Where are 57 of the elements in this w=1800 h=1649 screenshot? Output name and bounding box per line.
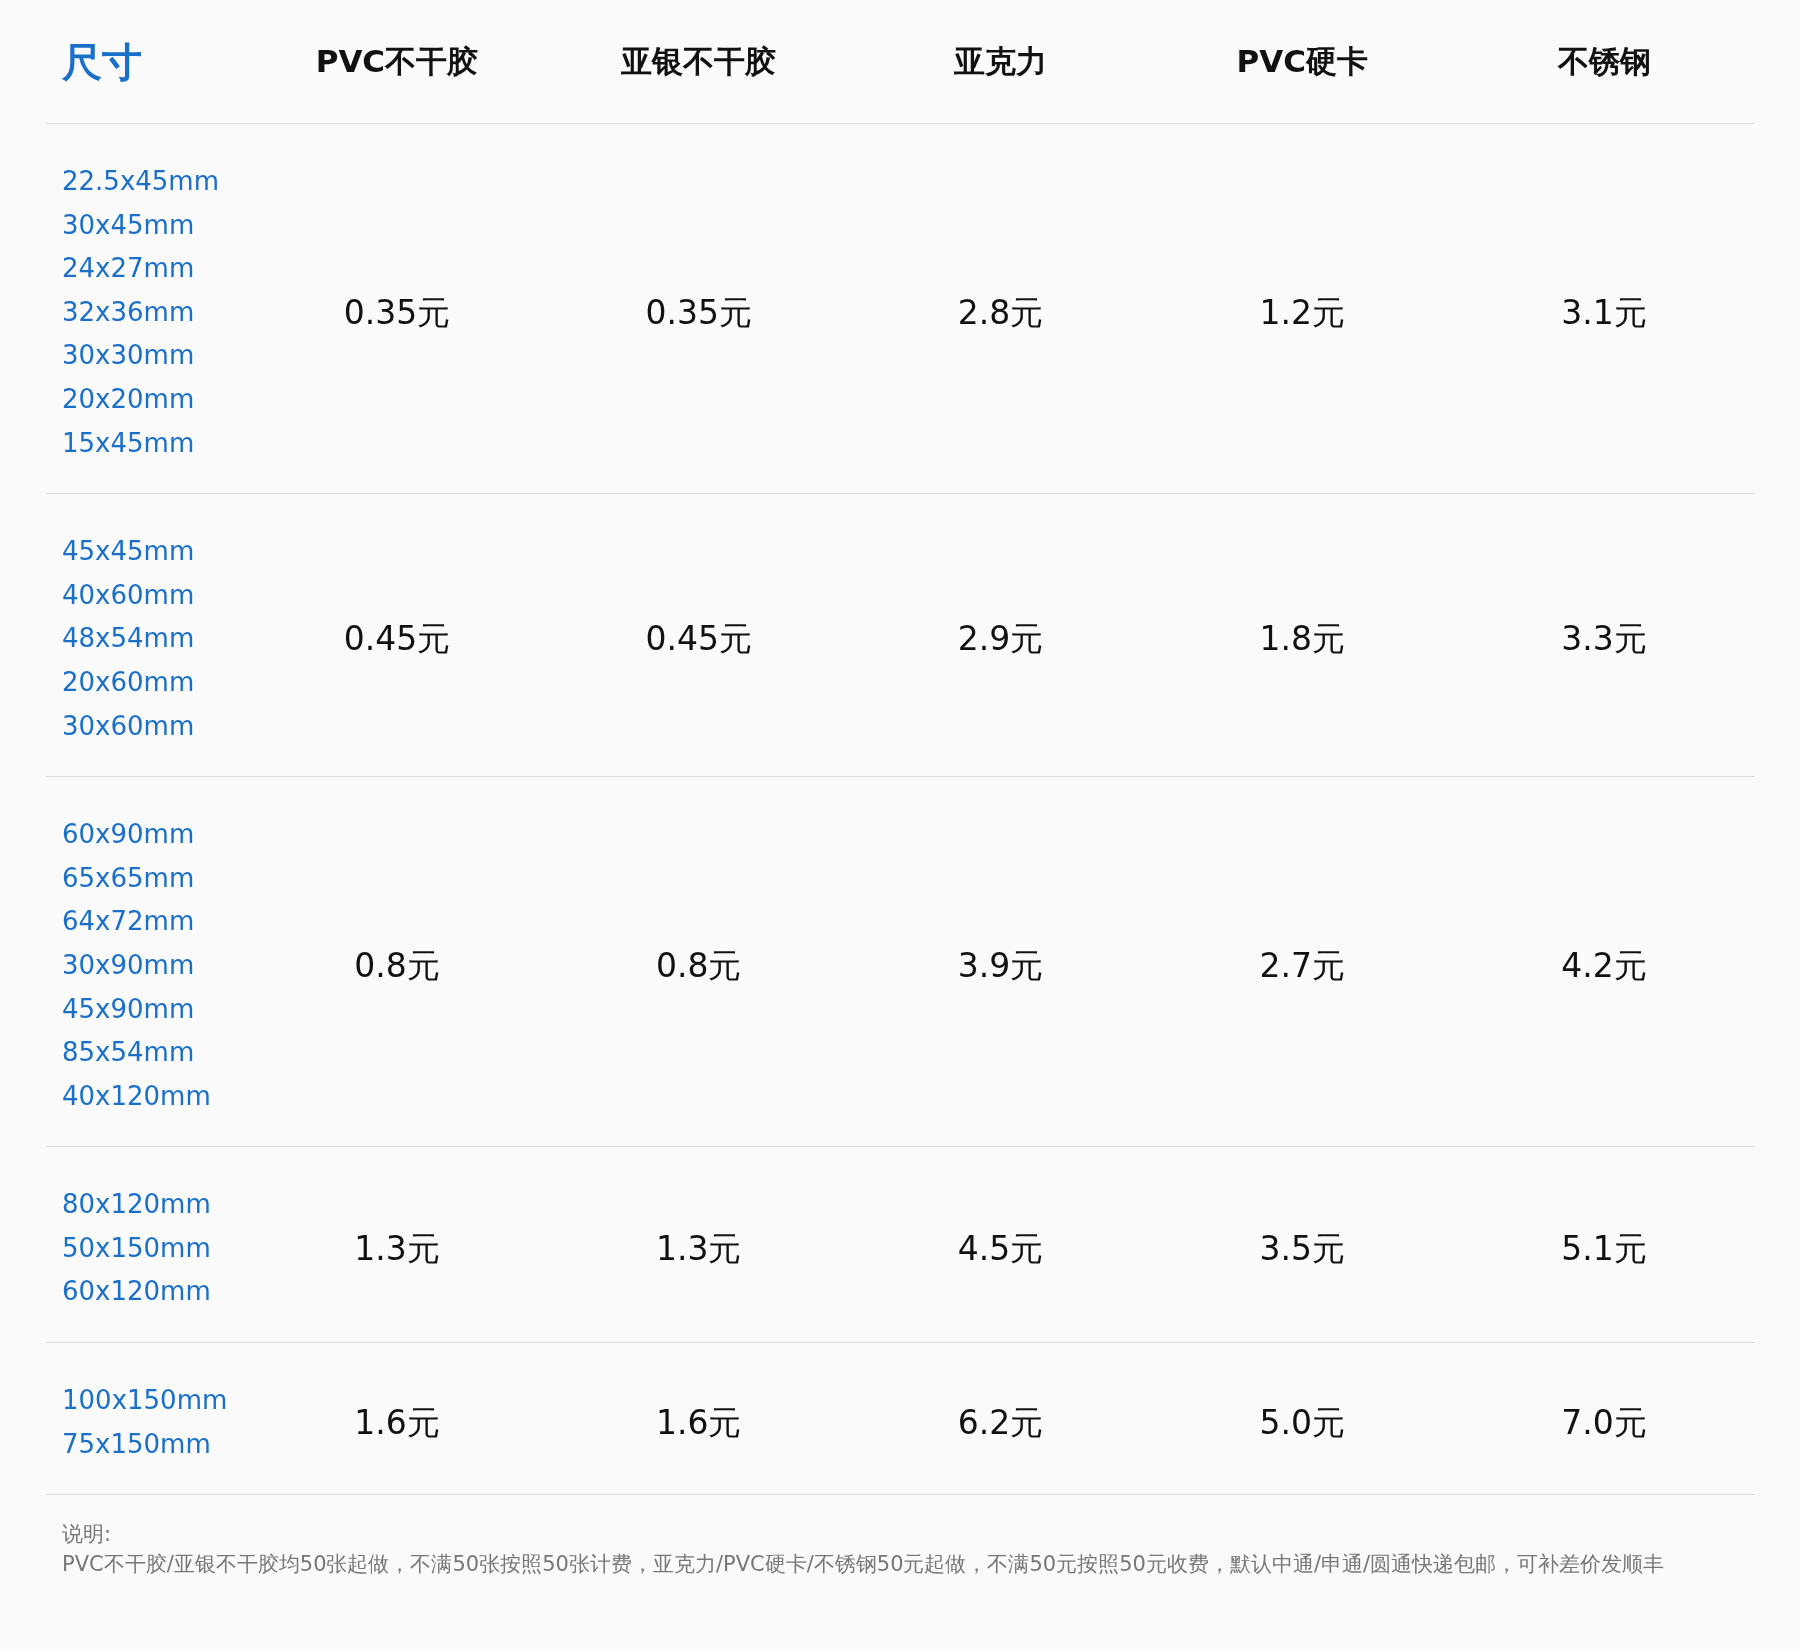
- price-cell: 5.1元: [1561, 1228, 1647, 1268]
- size-label: 100x150mm: [62, 1385, 228, 1416]
- size-label: 24x27mm: [62, 253, 195, 284]
- size-label: 45x90mm: [62, 993, 195, 1024]
- price-cell: 2.7元: [1259, 945, 1346, 985]
- size-label: 60x90mm: [62, 819, 195, 850]
- price-cell: 1.6元: [354, 1402, 440, 1442]
- price-cell: 3.9元: [957, 945, 1044, 985]
- price-cell: 2.8元: [957, 292, 1044, 332]
- price-cell: 2.9元: [957, 619, 1044, 659]
- size-label: 80x120mm: [62, 1189, 211, 1220]
- size-label: 30x90mm: [62, 949, 195, 980]
- size-label: 15x45mm: [62, 427, 195, 458]
- column-header: 尺寸: [61, 37, 143, 87]
- size-label: 48x54mm: [62, 623, 195, 654]
- price-cell: 0.35元: [343, 292, 451, 332]
- size-label: 64x72mm: [62, 906, 195, 937]
- size-label: 45x45mm: [62, 536, 195, 567]
- size-label: 40x60mm: [62, 579, 195, 610]
- size-label: 20x60mm: [62, 666, 195, 697]
- size-label: 32x36mm: [62, 296, 195, 327]
- size-label: 75x150mm: [62, 1428, 211, 1459]
- price-cell: 4.2元: [1561, 945, 1647, 985]
- price-cell: 3.3元: [1561, 619, 1647, 659]
- price-cell: 1.2元: [1259, 292, 1346, 332]
- size-label: 30x45mm: [62, 209, 195, 240]
- price-cell: 6.2元: [957, 1402, 1044, 1442]
- price-cell: 7.0元: [1561, 1402, 1647, 1442]
- column-header: 不锈钢: [1556, 42, 1652, 82]
- price-cell: 3.1元: [1561, 292, 1647, 332]
- price-cell: 0.45元: [343, 619, 451, 659]
- size-label: 20x20mm: [62, 383, 195, 414]
- price-cell: 1.6元: [655, 1402, 742, 1442]
- size-label: 50x150mm: [62, 1232, 211, 1263]
- column-header: PVC硬卡: [1235, 42, 1369, 82]
- price-cell: 1.3元: [655, 1228, 742, 1268]
- size-label: 60x120mm: [62, 1276, 211, 1307]
- price-cell: 1.8元: [1259, 619, 1346, 659]
- price-cell: 1.3元: [354, 1228, 440, 1268]
- price-cell: 0.8元: [655, 945, 742, 985]
- price-cell: 5.0元: [1259, 1402, 1346, 1442]
- size-label: 30x60mm: [62, 710, 195, 741]
- price-cell: 4.5元: [957, 1228, 1044, 1268]
- price-cell: 3.5元: [1259, 1228, 1346, 1268]
- price-cell: 0.8元: [354, 945, 440, 985]
- column-header: PVC不干胶: [314, 42, 480, 82]
- size-label: 30x30mm: [62, 340, 195, 371]
- size-label: 65x65mm: [62, 862, 195, 893]
- price-cell: 0.35元: [645, 292, 752, 332]
- size-label: 85x54mm: [62, 1037, 195, 1068]
- size-label: 22.5x45mm: [62, 166, 219, 196]
- column-header: 亚银不干胶: [620, 42, 778, 82]
- column-header: 亚克力: [953, 42, 1048, 82]
- note-title: 说明:: [62, 1522, 112, 1547]
- size-label: 40x120mm: [62, 1080, 211, 1111]
- note-text: PVC不干胶/亚银不干胶均50张起做，不满50张按照50张计费，亚克力/PVC硬卡/不锈钢50元起做，不满50元按照50元收费，默认中通/申通/圆通快递包邮，可补差价发顺丰: [62, 1551, 1666, 1579]
- price-cell: 0.45元: [645, 619, 752, 659]
